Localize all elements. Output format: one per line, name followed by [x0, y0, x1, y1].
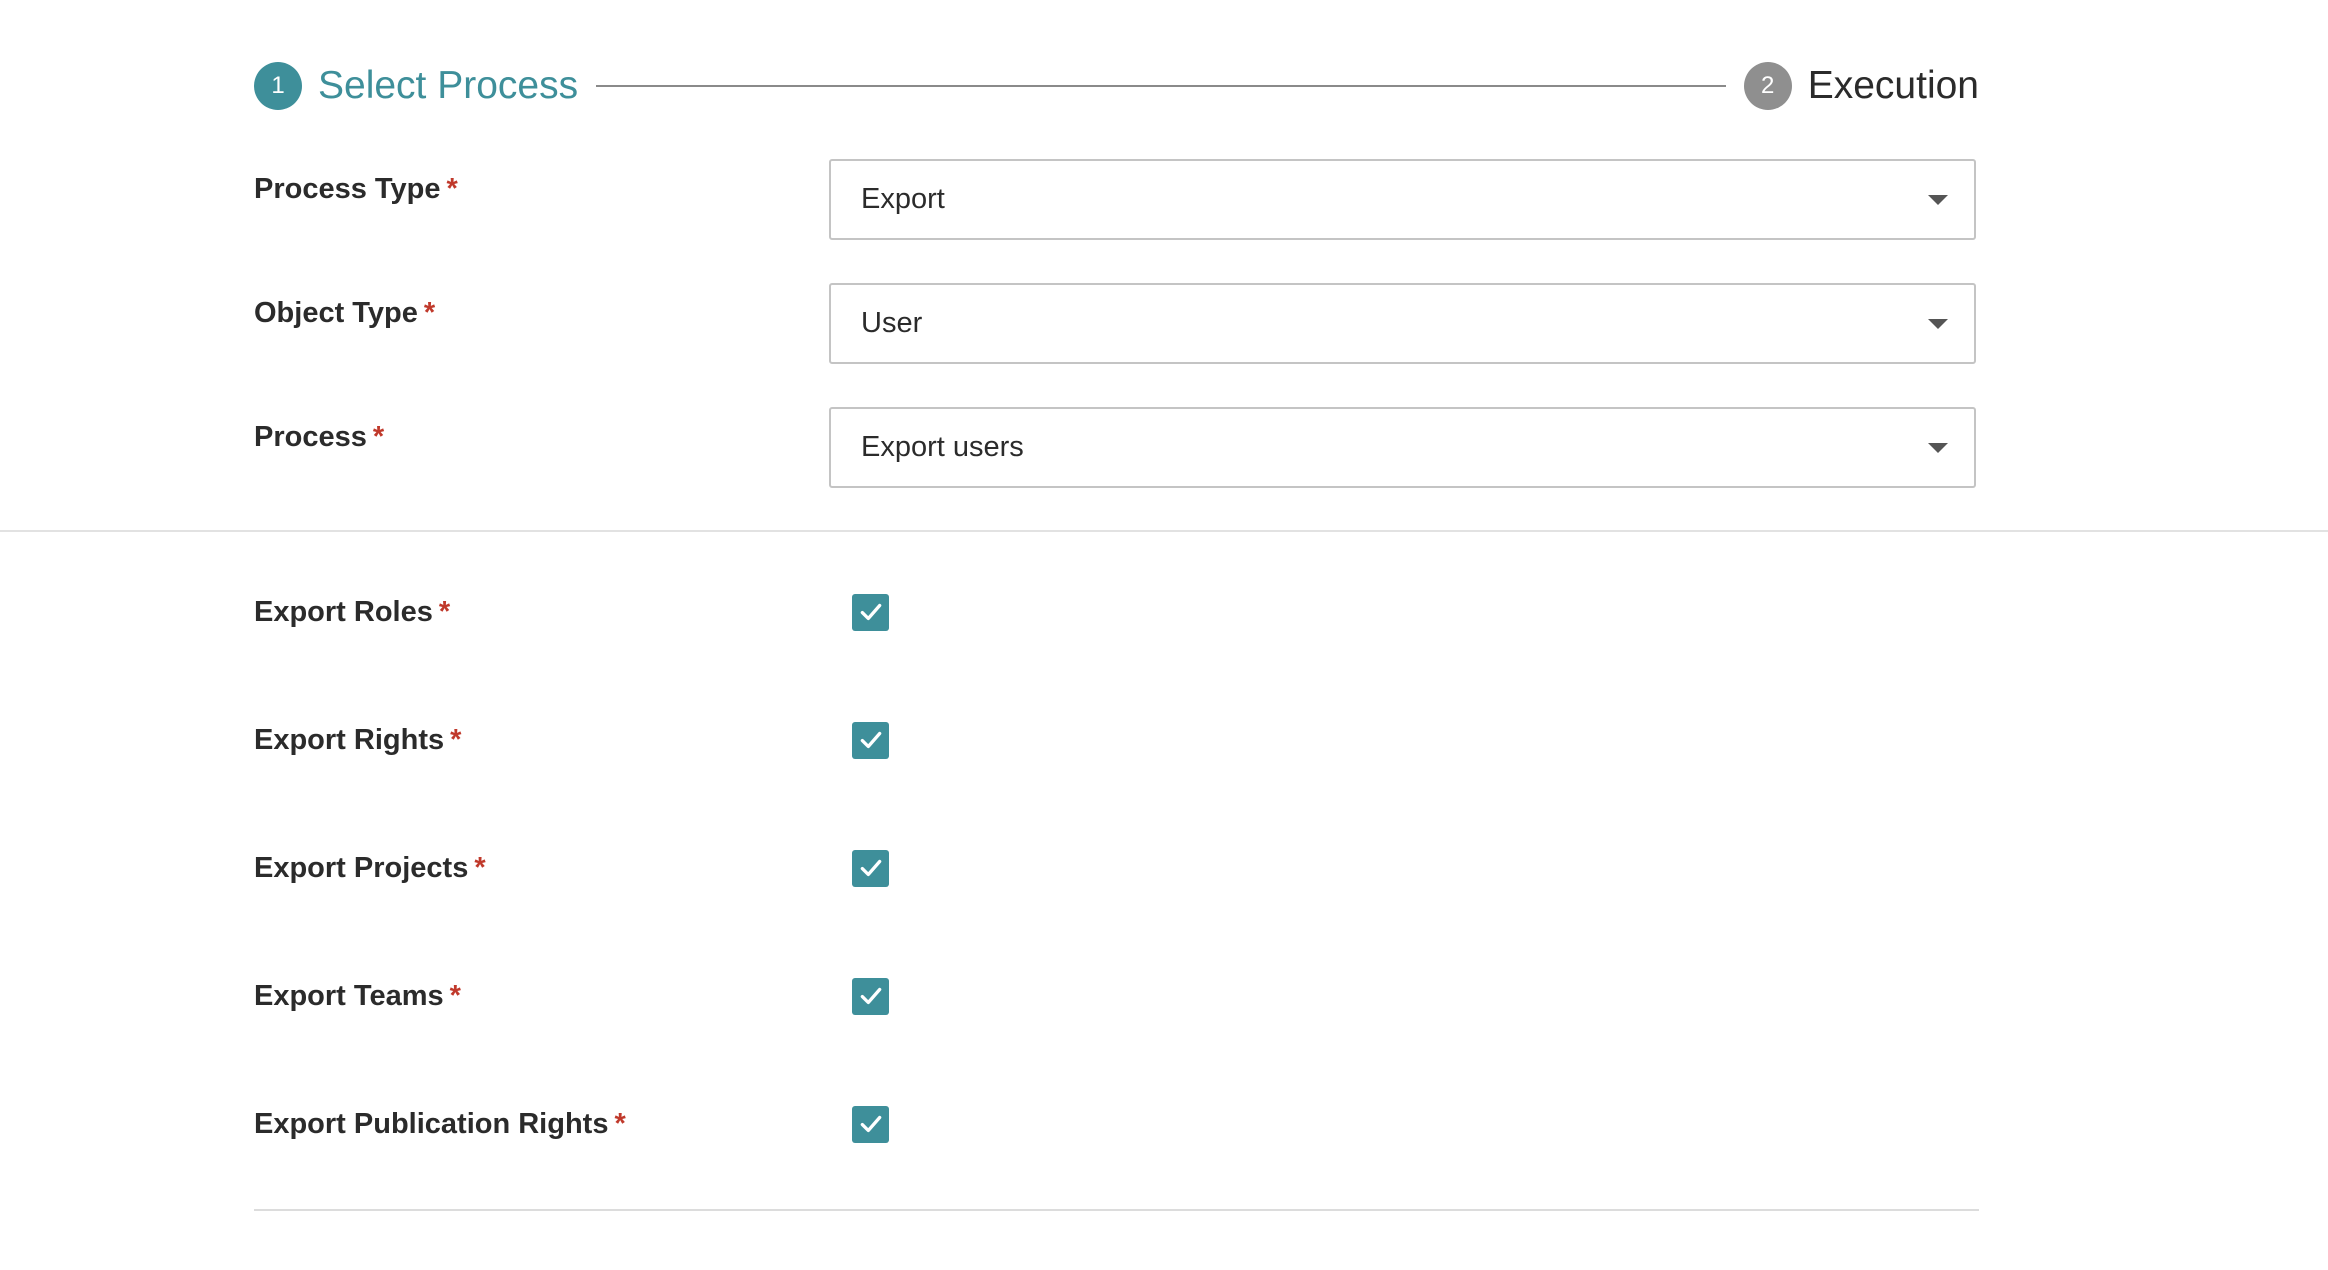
footer-divider [254, 1209, 1979, 1211]
step-label: Execution [1807, 64, 1979, 107]
process-row: Process * Export users [254, 407, 1979, 488]
object-type-row: Object Type * User [254, 283, 1979, 364]
chevron-down-icon [1928, 318, 1948, 329]
required-marker: * [449, 979, 461, 1012]
checkmark-icon [860, 603, 881, 621]
export-publication-rights-checkbox[interactable] [852, 1105, 889, 1143]
option-label: Export Publication Rights * [254, 1107, 626, 1140]
stepper-connector [596, 85, 1726, 87]
required-marker: * [446, 173, 458, 205]
process-type-select[interactable]: Export [829, 159, 1976, 240]
select-value: Export [861, 183, 945, 215]
step-number-badge: 2 [1743, 62, 1792, 110]
process-select[interactable]: Export users [829, 407, 1976, 488]
wizard-stepper: 1 Select Process 2 Execution [254, 60, 1979, 112]
step-execution[interactable]: 2 Execution [1743, 62, 1979, 110]
option-label: Export Roles * [254, 595, 451, 628]
required-marker: * [423, 297, 436, 329]
object-type-label: Object Type * [254, 297, 436, 329]
chevron-down-icon [1928, 194, 1948, 205]
step-number-badge: 1 [254, 62, 302, 110]
option-export-teams: Export Teams * [254, 976, 1979, 1016]
option-export-publication-rights: Export Publication Rights * [254, 1104, 1979, 1144]
step-label: Select Process [318, 64, 579, 107]
export-projects-checkbox[interactable] [852, 849, 889, 887]
required-marker: * [450, 723, 462, 756]
option-export-roles: Export Roles * [254, 592, 1979, 632]
checkmark-icon [860, 731, 881, 749]
process-label: Process * [254, 421, 385, 453]
option-export-projects: Export Projects * [254, 848, 1979, 888]
select-value: User [861, 307, 923, 339]
required-marker: * [372, 421, 385, 453]
export-rights-checkbox[interactable] [852, 721, 889, 759]
select-value: Export users [861, 431, 1024, 463]
step-select-process[interactable]: 1 Select Process [254, 62, 578, 110]
required-marker: * [614, 1107, 626, 1140]
process-type-row: Process Type * Export [254, 159, 1979, 240]
option-label: Export Projects * [254, 851, 486, 884]
checkmark-icon [860, 987, 881, 1005]
process-wizard-page: 1 Select Process 2 Execution Process Typ… [0, 0, 2328, 1270]
process-type-label: Process Type * [254, 173, 458, 205]
required-marker: * [438, 595, 451, 628]
option-label: Export Teams * [254, 979, 461, 1012]
checkmark-icon [860, 1115, 881, 1133]
export-roles-checkbox[interactable] [852, 593, 889, 631]
export-teams-checkbox[interactable] [852, 977, 889, 1015]
checkmark-icon [860, 859, 881, 877]
option-export-rights: Export Rights * [254, 720, 1979, 760]
chevron-down-icon [1928, 442, 1948, 453]
required-marker: * [474, 851, 486, 884]
section-divider [0, 530, 2328, 532]
option-label: Export Rights * [254, 723, 462, 756]
object-type-select[interactable]: User [829, 283, 1976, 364]
